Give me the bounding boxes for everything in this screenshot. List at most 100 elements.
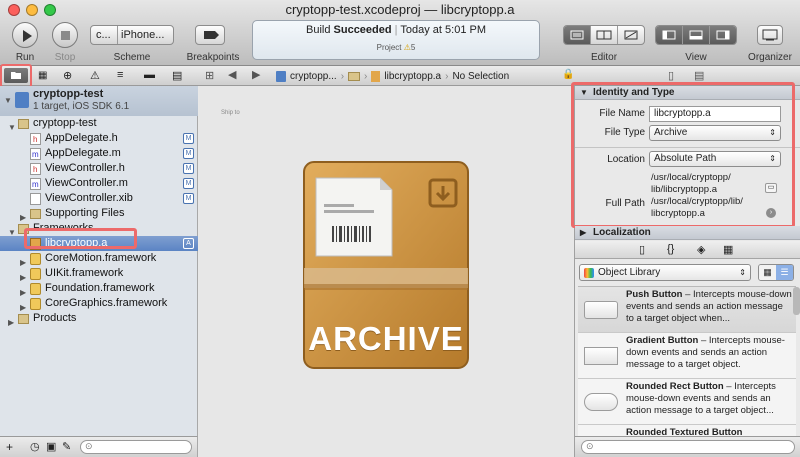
tree-item[interactable]: ▶ UIKit.framework: [0, 266, 198, 282]
play-icon: [23, 30, 32, 42]
warning-icon: ⚠: [403, 43, 411, 52]
tree-item-label: CoreGraphics.framework: [45, 297, 168, 309]
scheme-selector[interactable]: c... iPhone...: [90, 25, 174, 45]
framework-icon: [30, 298, 41, 310]
editor-mode-control[interactable]: [563, 25, 645, 45]
version-editor-icon[interactable]: [618, 26, 644, 44]
window-title: cryptopp-test.xcodeproj — libcryptopp.a: [285, 2, 515, 17]
tree-item[interactable]: ▼ cryptopp-test: [0, 116, 198, 132]
related-items-button[interactable]: ⊞: [205, 69, 214, 82]
localization-header-text: Localization: [593, 227, 651, 238]
project-status[interactable]: Project ⚠5: [253, 43, 539, 52]
popup-arrows-icon: ⇕: [739, 268, 746, 277]
tree-item[interactable]: ViewController.xib M: [0, 191, 198, 206]
organizer-button[interactable]: [757, 25, 783, 45]
add-icon[interactable]: +: [6, 440, 13, 454]
tree-item[interactable]: ▶ Foundation.framework: [0, 281, 198, 297]
search-navigator-tab[interactable]: ⊕: [63, 69, 72, 82]
object-library-icon: [584, 268, 594, 278]
library-item-title: Push Button: [626, 289, 683, 300]
back-button[interactable]: ◀: [228, 68, 236, 81]
scheme-device: iPhone...: [121, 29, 165, 41]
tree-item[interactable]: h ViewController.h M: [0, 161, 198, 176]
project-row[interactable]: ▼ cryptopp-test 1 target, iOS SDK 6.1: [0, 86, 198, 116]
log-navigator-tab[interactable]: ▤: [172, 69, 182, 82]
assistant-editor-icon[interactable]: [591, 26, 618, 44]
tree-item[interactable]: ▶ CoreGraphics.framework: [0, 296, 198, 312]
tree-item[interactable]: m ViewController.m M: [0, 176, 198, 191]
scm-status-badge: M: [183, 148, 194, 159]
debug-toggle-icon[interactable]: [683, 26, 710, 44]
build-status: Build Succeeded | Today at 5:01 PM: [253, 24, 539, 36]
media-library-tab[interactable]: ▦: [723, 243, 733, 256]
list-view-icon[interactable]: ☰: [776, 265, 793, 280]
library-popup[interactable]: Object Library ⇕: [579, 264, 751, 281]
header-file-icon: h: [30, 163, 41, 175]
folder-icon: [18, 119, 29, 129]
localization-section-header[interactable]: ▶ Localization: [575, 226, 800, 240]
grid-view-icon[interactable]: ▦: [759, 265, 776, 280]
file-inspector-tab[interactable]: ▯: [668, 69, 674, 82]
run-button[interactable]: [12, 22, 38, 48]
window-toolbar: cryptopp-test.xcodeproj — libcryptopp.a …: [0, 0, 800, 66]
breadcrumb-file[interactable]: libcryptopp.a: [384, 71, 441, 82]
unsaved-files-icon[interactable]: ✎: [62, 440, 71, 453]
standard-editor-icon[interactable]: [564, 26, 591, 44]
identity-highlight-box: [571, 82, 795, 228]
recent-files-icon[interactable]: ◷: [30, 440, 40, 453]
view-control[interactable]: [655, 25, 737, 45]
utilities-toggle-icon[interactable]: [710, 26, 736, 44]
object-library-tab[interactable]: ◈: [697, 243, 705, 256]
warning-triangle-icon: ⚠: [90, 70, 100, 82]
hierarchy-icon: ▦: [38, 70, 48, 81]
disclosure-triangle-icon[interactable]: ▶: [8, 315, 14, 330]
disclosure-triangle-icon[interactable]: ▼: [4, 96, 12, 105]
lock-icon[interactable]: 🔒: [562, 69, 574, 80]
forward-button[interactable]: ▶: [252, 68, 260, 81]
code-snippet-library-tab[interactable]: {}: [667, 243, 674, 255]
tree-item[interactable]: m AppDelegate.m M: [0, 146, 198, 161]
file-template-library-tab[interactable]: ▯: [639, 243, 645, 256]
breakpoint-icon: [204, 31, 219, 39]
navigator-search-field[interactable]: ⊙: [80, 440, 192, 454]
framework-icon: [30, 253, 41, 265]
shipping-label-text: Ship to: [221, 110, 240, 116]
help-icon: ▤: [694, 70, 705, 82]
quick-help-tab[interactable]: ▤: [694, 69, 704, 82]
library-filter-bar: ⊙: [575, 436, 800, 457]
document-icon: ▯: [639, 244, 646, 256]
breadcrumb-project[interactable]: cryptopp...: [290, 71, 337, 82]
library-item-title: Rounded Rect Button: [626, 381, 724, 392]
library-item[interactable]: Push Button – Intercepts mouse-down even…: [578, 287, 796, 333]
editor-label: Editor: [590, 52, 618, 63]
tree-item[interactable]: ▶ Supporting Files: [0, 206, 198, 222]
library-popup-value: Object Library: [598, 267, 661, 278]
breadcrumb: cryptopp... › › libcryptopp.a › No Selec…: [276, 69, 509, 83]
tree-item[interactable]: h AppDelegate.h M: [0, 131, 198, 146]
tree-item-label: CoreMotion.framework: [45, 252, 157, 264]
library-scrollbar[interactable]: [793, 287, 800, 315]
stop-button[interactable]: [52, 22, 78, 48]
warning-count: 5: [410, 43, 416, 52]
breakpoint-navigator-tab[interactable]: ▬: [144, 69, 155, 81]
breakpoints-button[interactable]: [195, 25, 225, 45]
issue-navigator-tab[interactable]: ⚠: [90, 69, 100, 82]
tree-item[interactable]: ▶ Products: [0, 311, 198, 327]
editor-area: Ship to ARCHIVE: [199, 86, 573, 457]
symbol-navigator-tab[interactable]: ▦: [38, 70, 47, 81]
library-item[interactable]: Rounded Textured Button: [578, 425, 796, 436]
library-item[interactable]: Gradient Button – Intercepts mouse-down …: [578, 333, 796, 379]
scm-status-icon[interactable]: ▣: [46, 440, 56, 453]
breadcrumb-separator-icon: ›: [445, 70, 449, 82]
debug-navigator-tab[interactable]: ≡: [117, 69, 123, 81]
library-search-field[interactable]: ⊙: [581, 440, 795, 454]
breadcrumb-selection[interactable]: No Selection: [452, 71, 509, 82]
tree-item[interactable]: ▶ CoreMotion.framework: [0, 251, 198, 267]
folder-icon: [30, 209, 41, 219]
library-item[interactable]: Rounded Rect Button – Intercepts mouse-d…: [578, 379, 796, 425]
navigator-toggle-icon[interactable]: [656, 26, 683, 44]
document-icon: ▯: [668, 70, 675, 82]
framework-icon: [30, 268, 41, 280]
library-view-toggle[interactable]: ▦ ☰: [758, 264, 794, 281]
xib-file-icon: [30, 193, 41, 205]
